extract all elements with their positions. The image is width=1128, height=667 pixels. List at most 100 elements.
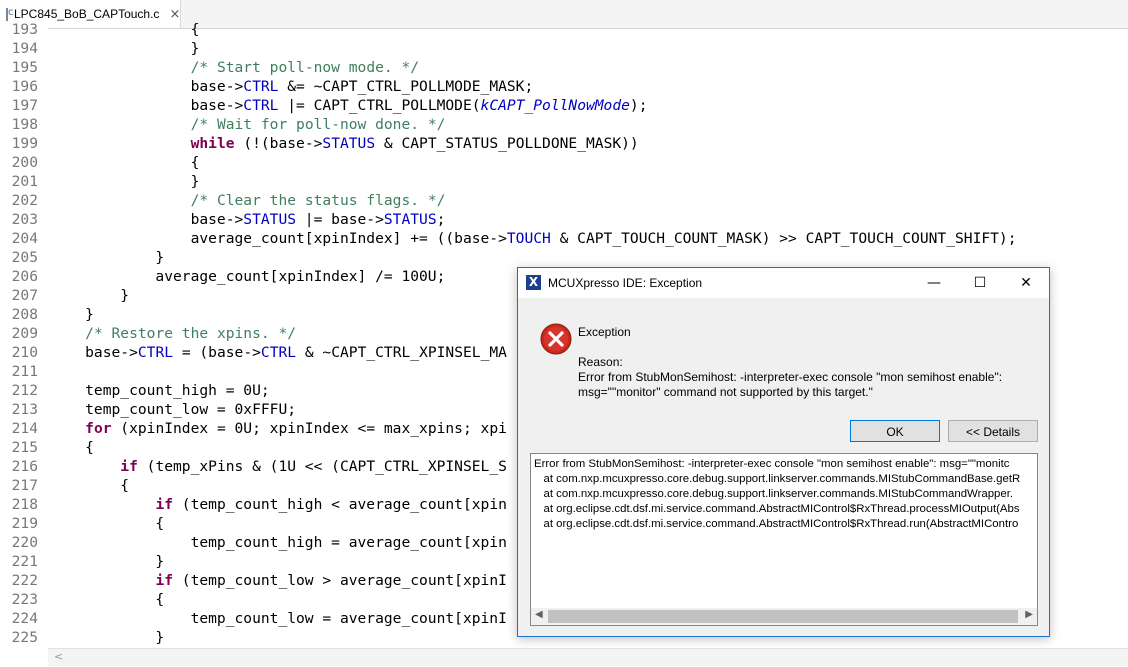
exception-dialog: X MCUXpresso IDE: Exception — ☐ ✕ Except… xyxy=(517,267,1050,637)
reason-text: Reason: Error from StubMonSemihost: -int… xyxy=(578,355,1002,400)
line-number: 224 xyxy=(11,610,38,627)
code-text: base->CTRL &= ~CAPT_CTRL_POLLMODE_MASK; xyxy=(50,78,534,95)
code-text: if (temp_count_high < average_count[xpin xyxy=(155,496,507,513)
line-number: 195 xyxy=(11,59,38,76)
reason-label: Reason: xyxy=(578,355,623,369)
code-line: 200 { xyxy=(0,153,1128,172)
mcuxpresso-app-icon: X xyxy=(526,275,541,290)
line-number: 208 xyxy=(11,306,38,323)
code-text: /* Clear the status flags. */ xyxy=(190,192,446,209)
trace-line: at org.eclipse.cdt.dsf.mi.service.comman… xyxy=(534,503,1020,515)
details-horizontal-scrollbar[interactable]: ◀ ▶ xyxy=(531,608,1037,625)
line-number: 203 xyxy=(11,211,38,228)
details-text-area[interactable]: Error from StubMonSemihost: -interpreter… xyxy=(530,453,1038,626)
minimize-button[interactable]: — xyxy=(911,268,957,298)
line-number: 222 xyxy=(11,572,38,589)
dialog-titlebar[interactable]: X MCUXpresso IDE: Exception — ☐ ✕ xyxy=(518,268,1049,298)
code-line: 202 /* Clear the status flags. */ xyxy=(0,191,1128,210)
line-number: 221 xyxy=(11,553,38,570)
trace-line: at org.eclipse.cdt.dsf.mi.service.comman… xyxy=(534,518,1019,530)
line-number: 205 xyxy=(11,249,38,266)
line-number: 219 xyxy=(11,515,38,532)
code-text: temp_count_high = average_count[xpin xyxy=(50,534,507,551)
code-line: 198 /* Wait for poll-now done. */ xyxy=(0,115,1128,134)
line-number: 202 xyxy=(11,192,38,209)
code-text: if (temp_xPins & (1U << (CAPT_CTRL_XPINS… xyxy=(120,458,507,475)
code-line: 203 base->STATUS |= base->STATUS; xyxy=(0,210,1128,229)
code-text: temp_count_low = average_count[xpinI xyxy=(50,610,507,627)
code-text: { xyxy=(50,439,94,456)
line-number: 209 xyxy=(11,325,38,342)
line-number: 215 xyxy=(11,439,38,456)
line-number: 194 xyxy=(11,40,38,57)
line-number: 199 xyxy=(11,135,38,152)
code-text: } xyxy=(50,629,165,646)
code-text: base->STATUS |= base->STATUS; xyxy=(50,211,446,228)
error-icon xyxy=(540,323,572,355)
code-line: 196 base->CTRL &= ~CAPT_CTRL_POLLMODE_MA… xyxy=(0,77,1128,96)
line-number: 198 xyxy=(11,116,38,133)
line-number: 220 xyxy=(11,534,38,551)
code-text: average_count[xpinIndex] += ((base->TOUC… xyxy=(50,230,1017,247)
close-button[interactable]: ✕ xyxy=(1003,268,1049,298)
code-line: 204 average_count[xpinIndex] += ((base->… xyxy=(0,229,1128,248)
close-tab-icon[interactable]: × xyxy=(169,7,180,22)
code-text: base->CTRL |= CAPT_CTRL_POLLMODE(kCAPT_P… xyxy=(50,97,648,114)
tab-label: LPC845_BoB_CAPTouch.c xyxy=(14,7,160,21)
line-number: 213 xyxy=(11,401,38,418)
line-number: 212 xyxy=(11,382,38,399)
ok-button[interactable]: OK xyxy=(850,420,940,442)
trace-line: at com.nxp.mcuxpresso.core.debug.support… xyxy=(534,473,1021,485)
line-number: 193 xyxy=(11,21,38,38)
line-number: 210 xyxy=(11,344,38,361)
editor-horizontal-scrollbar[interactable]: < xyxy=(48,648,1128,666)
code-text: } xyxy=(50,173,200,190)
code-text: base->CTRL = (base->CTRL & ~CAPT_CTRL_XP… xyxy=(50,344,507,361)
code-line: 201 } xyxy=(0,172,1128,191)
code-line: 205 } xyxy=(0,248,1128,267)
line-number: 196 xyxy=(11,78,38,95)
stack-trace: Error from StubMonSemihost: -interpreter… xyxy=(534,457,1037,607)
code-line: 194 } xyxy=(0,39,1128,58)
code-text: { xyxy=(50,591,165,608)
line-number: 225 xyxy=(11,629,38,646)
details-button[interactable]: << Details xyxy=(948,420,1038,442)
code-text: } xyxy=(50,40,200,57)
code-text: } xyxy=(50,306,94,323)
scroll-right-icon[interactable]: ▶ xyxy=(1025,609,1033,620)
line-number: 223 xyxy=(11,591,38,608)
scrollbar-thumb[interactable] xyxy=(548,610,1018,623)
code-text: if (temp_count_low > average_count[xpinI xyxy=(155,572,507,589)
code-text: while (!(base->STATUS & CAPT_STATUS_POLL… xyxy=(190,135,639,152)
code-text: { xyxy=(50,477,130,494)
code-text: /* Start poll-now mode. */ xyxy=(190,59,420,76)
dialog-title: MCUXpresso IDE: Exception xyxy=(548,276,703,290)
line-number: 211 xyxy=(11,363,38,380)
reason-line-2: msg=""monitor" command not supported by … xyxy=(578,385,873,399)
trace-line: Error from StubMonSemihost: -interpreter… xyxy=(534,458,1010,470)
line-number: 218 xyxy=(11,496,38,513)
line-number: 214 xyxy=(11,420,38,437)
code-line: 199 while (!(base->STATUS & CAPT_STATUS_… xyxy=(0,134,1128,153)
c-file-icon xyxy=(6,7,14,21)
trace-line: at com.nxp.mcuxpresso.core.debug.support… xyxy=(534,488,1014,500)
code-text: } xyxy=(50,249,165,266)
line-number: 197 xyxy=(11,97,38,114)
maximize-button[interactable]: ☐ xyxy=(957,268,1003,298)
code-text: { xyxy=(50,515,165,532)
code-line: 195 /* Start poll-now mode. */ xyxy=(0,58,1128,77)
reason-line-1: Error from StubMonSemihost: -interpreter… xyxy=(578,370,1003,384)
exception-heading: Exception xyxy=(578,325,631,339)
code-text: { xyxy=(50,21,200,38)
line-number: 207 xyxy=(11,287,38,304)
code-text: temp_count_low = 0xFFFU; xyxy=(50,401,297,418)
line-number: 216 xyxy=(11,458,38,475)
dialog-body: Exception Reason: Error from StubMonSemi… xyxy=(518,298,1049,636)
scroll-left-icon[interactable]: ◀ xyxy=(535,609,543,620)
line-number: 206 xyxy=(11,268,38,285)
line-number: 200 xyxy=(11,154,38,171)
scroll-left-icon[interactable]: < xyxy=(54,650,63,663)
code-text: average_count[xpinIndex] /= 100U; xyxy=(50,268,446,285)
code-text: for (xpinIndex = 0U; xpinIndex <= max_xp… xyxy=(85,420,507,437)
code-text: temp_count_high = 0U; xyxy=(50,382,270,399)
